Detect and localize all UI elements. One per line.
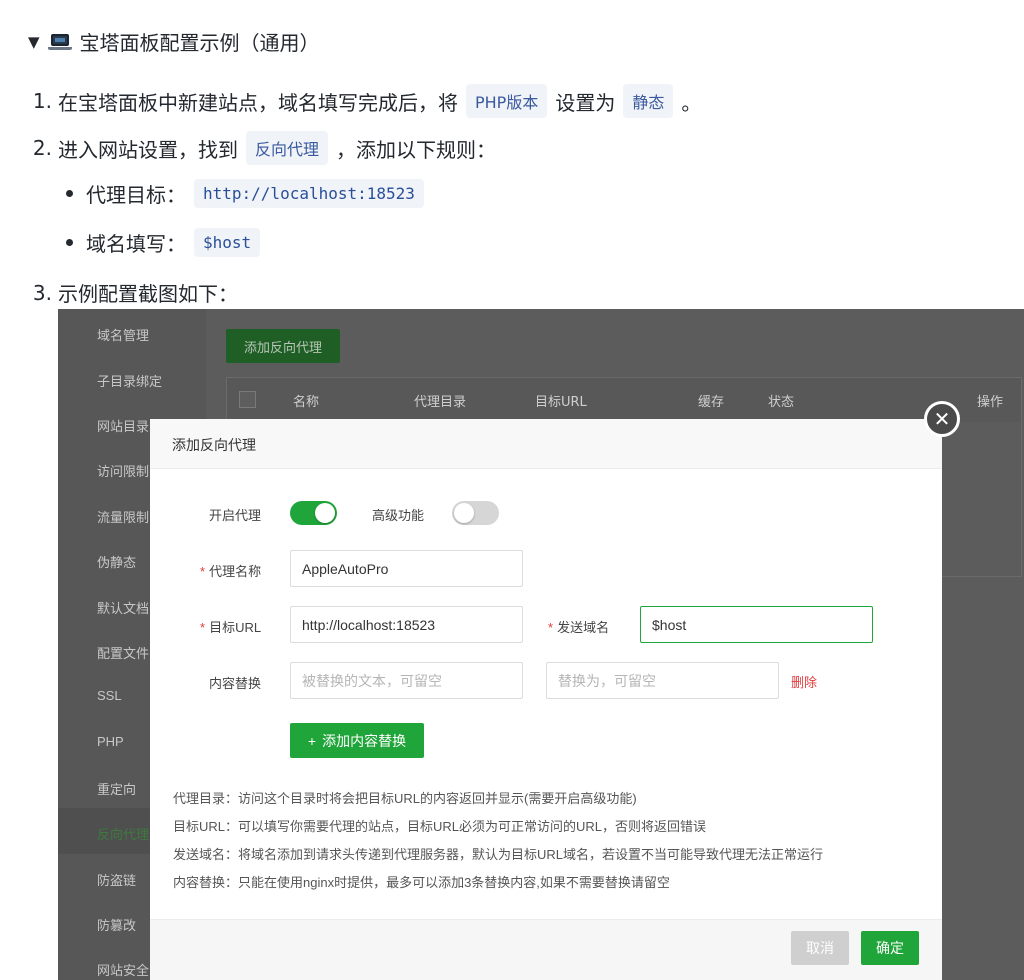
help-notes: 代理目录：访问这个目录时将会把目标URL的内容返回并显示(需要开启高级功能) 目… (173, 785, 823, 897)
column-header: 状态 (768, 395, 795, 410)
bullet-domain: 域名填写： $host (66, 228, 268, 257)
bullet-dot (66, 239, 73, 246)
step-1: 1. 在宝塔面板中新建站点，域名填写完成后，将 PHP版本 设置为 静态 。 (28, 84, 701, 118)
step-text: 示例配置截图如下： (58, 282, 238, 306)
sidebar-item[interactable]: 默认文档 (97, 598, 149, 617)
sidebar-item[interactable]: 子目录绑定 (97, 371, 162, 390)
content-replace-label: 内容替换 (209, 676, 262, 691)
add-proxy-dialog: 添加反向代理 开启代理 高级功能 * 代理名称 AppleAutoPro * 目标U… (150, 419, 942, 980)
sidebar-item-reverse-proxy[interactable]: 反向代理 (97, 824, 149, 843)
triangle-down-icon: ▼ (28, 32, 40, 51)
step-number: 3. (32, 280, 52, 305)
sidebar-item[interactable]: 访问限制 (97, 461, 149, 480)
step-text: ，添加以下规则： (336, 137, 497, 162)
note-line: 内容替换：只能在使用nginx时提供，最多可以添加3条替换内容,如果不需要替换请… (173, 875, 670, 890)
sidebar-item[interactable]: 重定向 (97, 779, 136, 798)
inline-code: http://localhost:18523 (194, 179, 424, 208)
inline-code: PHP版本 (466, 84, 548, 118)
column-header: 操作 (977, 395, 1004, 410)
target-url-input[interactable]: http://localhost:18523 (290, 606, 523, 643)
note-line: 代理目录：访问这个目录时将会把目标URL的内容返回并显示(需要开启高级功能) (173, 791, 637, 806)
dialog-title: 添加反向代理 (172, 437, 256, 453)
note-line: 目标URL：可以填写你需要代理的站点，目标URL必须为可正常访问的URL，否则将… (173, 819, 707, 834)
column-header: 缓存 (698, 395, 725, 410)
add-content-label: 添加内容替换 (322, 732, 407, 749)
bullet-proxy-target: 代理目标： http://localhost:18523 (66, 179, 432, 208)
enable-proxy-toggle[interactable] (290, 501, 337, 525)
enable-proxy-label: 开启代理 (209, 508, 262, 523)
sidebar-item[interactable]: 流量限制 (97, 507, 149, 526)
step-number: 1. (32, 89, 52, 113)
sidebar-item[interactable]: PHP (97, 734, 124, 749)
bullet-dot (66, 190, 73, 197)
step-3: 3. 示例配置截图如下： (28, 278, 238, 307)
dialog-header: 添加反向代理 (150, 419, 942, 469)
inline-code: 静态 (623, 84, 674, 118)
confirm-button[interactable]: 确定 (861, 931, 919, 965)
advanced-toggle[interactable] (452, 501, 499, 525)
step-text: 在宝塔面板中新建站点，域名填写完成后，将 (58, 90, 458, 115)
dialog-footer: 取消 确定 (150, 919, 942, 980)
replace-to-input[interactable]: 替换为，可留空 (546, 662, 779, 699)
cancel-button[interactable]: 取消 (791, 931, 849, 965)
details-summary[interactable]: ▼ 宝塔面板配置示例（通用） (28, 27, 320, 56)
sidebar-item[interactable]: 防盗链 (97, 870, 136, 889)
table-header: 名称 代理目录 目标URL 缓存 状态 操作 (227, 378, 1021, 422)
bullet-label: 代理目标： (86, 183, 186, 207)
sidebar-item[interactable]: 域名管理 (97, 325, 149, 344)
laptop-icon (47, 33, 72, 51)
sidebar-item[interactable]: 伪静态 (97, 552, 136, 571)
add-content-replace-button[interactable]: + 添加内容替换 (290, 723, 424, 758)
proxy-name-label: * 代理名称 (200, 564, 262, 579)
column-header: 名称 (293, 395, 320, 410)
column-header: 代理目录 (414, 395, 467, 410)
note-line: 发送域名：将域名添加到请求头传递到代理服务器，默认为目标URL域名，若设置不当可… (173, 847, 824, 862)
step-text: 设置为 (555, 90, 616, 115)
target-url-label: * 目标URL (200, 620, 262, 635)
column-header: 目标URL (535, 395, 587, 410)
send-domain-input[interactable]: $host (640, 606, 873, 643)
step-2: 2. 进入网站设置，找到 反向代理 ，添加以下规则： (28, 131, 496, 165)
bullet-label: 域名填写： (86, 232, 186, 256)
sidebar-item[interactable]: 网站安全 (97, 960, 149, 979)
summary-title: 宝塔面板配置示例（通用） (79, 31, 320, 55)
sidebar-item[interactable]: SSL (97, 688, 122, 703)
proxy-name-input[interactable]: AppleAutoPro (290, 550, 523, 587)
sidebar-item[interactable]: 配置文件 (97, 643, 149, 662)
delete-link[interactable]: 删除 (791, 672, 817, 691)
select-all-checkbox[interactable] (239, 391, 256, 408)
inline-code: $host (194, 228, 261, 257)
send-domain-label: * 发送域名 (548, 620, 610, 635)
step-number: 2. (32, 136, 52, 160)
step-text: 。 (681, 90, 702, 115)
sidebar-item[interactable]: 防篡改 (97, 915, 136, 934)
add-reverse-proxy-button[interactable]: 添加反向代理 (226, 329, 340, 363)
close-icon[interactable]: ✕ (924, 401, 960, 437)
step-text: 进入网站设置，找到 (58, 137, 238, 162)
advanced-label: 高级功能 (372, 508, 425, 523)
replace-from-input[interactable]: 被替换的文本，可留空 (290, 662, 523, 699)
inline-code: 反向代理 (246, 131, 329, 165)
plus-icon: + (307, 732, 317, 749)
sidebar-item[interactable]: 网站目录 (97, 416, 149, 435)
